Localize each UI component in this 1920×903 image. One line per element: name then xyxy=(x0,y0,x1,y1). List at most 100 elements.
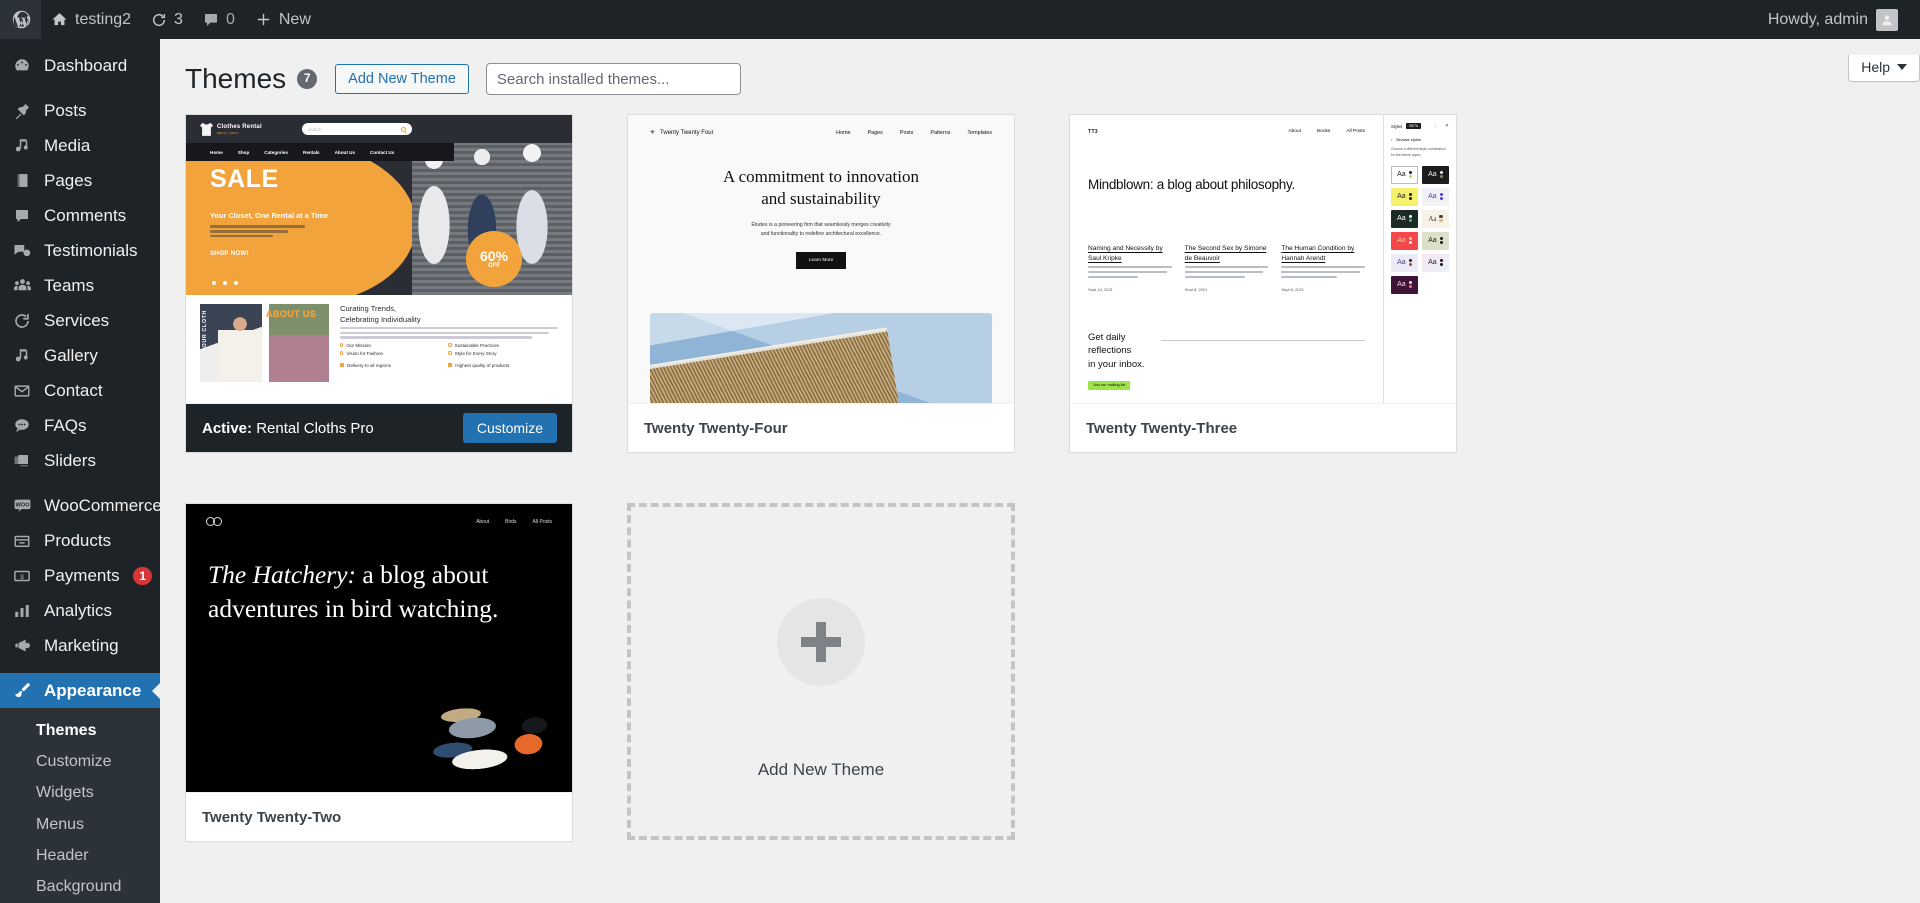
theme-card-rental-cloths-pro[interactable]: Clothes Rental open | your. search Home … xyxy=(185,114,573,454)
preview-hero: Clothes Rental open | your. search Home … xyxy=(186,115,572,296)
preview-headline-em: The Hatchery: xyxy=(208,560,356,590)
preview-feature-item: Highest quality of products xyxy=(448,363,548,368)
sidebar-item-testimonials[interactable]: Testimonials xyxy=(0,233,160,268)
preview-nav: About Books All Posts xyxy=(1288,129,1365,134)
sidebar-item-marketing[interactable]: Marketing xyxy=(0,628,160,663)
preview-feature-label: Our Mission xyxy=(346,342,371,348)
preview-body-lines xyxy=(210,225,305,239)
preview-style-variations: Aa Aa Aa Aa Aa Aa Ao Aa Aa Aa Aa xyxy=(1391,165,1449,294)
theme-screenshot: TT3 About Books All Posts Mindblown: a b… xyxy=(1070,115,1456,405)
sidebar-item-sliders[interactable]: Sliders xyxy=(0,443,160,478)
active-theme-name: Active: Rental Cloths Pro xyxy=(202,420,374,437)
sidebar-item-label: FAQs xyxy=(44,415,87,435)
sidebar-item-analytics[interactable]: Analytics xyxy=(0,593,160,628)
comments-menu[interactable]: 0 xyxy=(193,0,245,39)
preview-post-date: Sept 8, 2021 xyxy=(1281,287,1305,293)
sidebar-item-appearance[interactable]: Appearance xyxy=(0,673,160,708)
preview-headline-1: A commitment to innovation xyxy=(723,167,919,187)
sidebar-item-faqs[interactable]: FAQs xyxy=(0,408,160,443)
new-content-menu[interactable]: New xyxy=(245,0,321,39)
preview-nav-item: Categories xyxy=(264,149,288,155)
submenu-item-background[interactable]: Background xyxy=(0,871,160,902)
preview-nav-item: Contact Us xyxy=(370,149,395,155)
updates-count: 3 xyxy=(174,11,183,28)
binoculars-icon xyxy=(206,517,222,527)
preview-join-button: Join our mailing list xyxy=(1088,380,1131,390)
search-themes-input[interactable] xyxy=(485,63,741,96)
preview-styles-description: Choose a different style combination for… xyxy=(1391,147,1446,157)
theme-footer: Twenty Twenty-Two xyxy=(186,793,572,842)
preview-nav-links: Home Pages Posts Patterns Templates xyxy=(836,130,992,136)
preview-headline-2: and sustainability xyxy=(761,189,881,209)
sidebar-item-label: Gallery xyxy=(44,345,98,365)
preview-feature-item: Vision for Fashion xyxy=(340,351,440,356)
style-variation-swatch: Aa xyxy=(1391,165,1418,184)
preview-feature-list: Our Mission Sustainable Practices Vision… xyxy=(340,343,558,356)
sidebar-item-label: Marketing xyxy=(44,635,119,655)
themes-page-header: Themes 7 Add New Theme xyxy=(185,51,1895,97)
preview-vertical-text: YOUR CLOTH xyxy=(202,310,208,353)
theme-name: Twenty Twenty-Four xyxy=(644,419,788,437)
preview-feature-item: Our Mission xyxy=(340,343,440,348)
my-account-menu[interactable]: Howdy, admin xyxy=(1760,0,1906,39)
preview-styles-header: Styles BETA ⋮ ✕ xyxy=(1391,123,1449,130)
search-icon xyxy=(400,126,406,132)
preview-headline: The Hatchery: a blog about adventures in… xyxy=(208,558,550,624)
bullet-icon xyxy=(340,343,344,347)
sidebar-item-label: Analytics xyxy=(44,600,113,620)
sidebar-item-pages[interactable]: Pages xyxy=(0,163,160,198)
sidebar-item-label: Appearance xyxy=(44,680,142,700)
sidebar-item-services[interactable]: Services xyxy=(0,303,160,338)
sidebar-item-products[interactable]: Products xyxy=(0,523,160,558)
preview-divider xyxy=(1160,340,1365,341)
wordpress-logo-menu[interactable] xyxy=(0,0,41,39)
sidebar-item-gallery[interactable]: Gallery xyxy=(0,338,160,373)
sidebar-item-posts[interactable]: Posts xyxy=(0,93,160,128)
customize-button[interactable]: Customize xyxy=(462,413,557,444)
sidebar-item-woocommerce[interactable]: WOO WooCommerce xyxy=(0,488,160,523)
sidebar-item-media[interactable]: Media xyxy=(0,128,160,163)
site-name-menu[interactable]: testing2 xyxy=(41,0,141,39)
payments-badge-count: 1 xyxy=(133,566,152,585)
submenu-item-menus[interactable]: Menus xyxy=(0,809,160,840)
preview-nav-item: Pages xyxy=(867,129,883,136)
chevron-down-icon xyxy=(1897,64,1907,70)
style-variation-swatch: Aa xyxy=(1391,209,1418,228)
preview-cta: SHOP NOW! xyxy=(210,250,250,258)
theme-card-twenty-twenty-three[interactable]: TT3 About Books All Posts Mindblown: a b… xyxy=(1069,114,1457,454)
updates-menu[interactable]: 3 xyxy=(141,0,193,39)
add-new-theme-card[interactable]: Add New Theme xyxy=(627,503,1015,841)
preview-browse-label: Browse styles xyxy=(1396,137,1422,143)
new-label: New xyxy=(278,11,311,28)
preview-post-date: Sept 8, 2021 xyxy=(1184,287,1208,293)
theme-card-twenty-twenty-four[interactable]: ✳ Twenty Twenty Four Home Pages Posts Pa… xyxy=(627,114,1015,454)
style-variation-swatch: Aa xyxy=(1391,253,1418,272)
sidebar-item-teams[interactable]: Teams xyxy=(0,268,160,303)
menu-separator xyxy=(0,663,160,673)
submenu-item-customize[interactable]: Customize xyxy=(0,746,160,777)
square-icon xyxy=(448,363,453,368)
sidebar-item-payments[interactable]: $ Payments 1 xyxy=(0,558,160,593)
page-title-text: Themes xyxy=(185,63,287,94)
admin-bar: testing2 3 0 New Howdy, admin xyxy=(0,0,1920,39)
shirt-icon xyxy=(200,122,213,136)
preview-post-date: Sept 10, 2021 xyxy=(1088,287,1113,293)
media-icon xyxy=(11,136,33,156)
preview-footer-line: Get daily reflections in your inbox. xyxy=(1088,331,1365,371)
menu-spacer-top xyxy=(0,39,160,48)
sidebar-item-comments[interactable]: Comments xyxy=(0,198,160,233)
preview-architecture-photo xyxy=(650,313,992,404)
submenu-item-themes[interactable]: Themes xyxy=(0,715,160,746)
groups-icon xyxy=(11,276,33,296)
sidebar-item-contact[interactable]: Contact xyxy=(0,373,160,408)
submenu-item-widgets[interactable]: Widgets xyxy=(0,777,160,808)
preview-discount-badge: 60% OFF xyxy=(466,231,522,288)
preview-about-title-2: Celebrating Individuality xyxy=(340,314,421,324)
add-new-theme-button[interactable]: Add New Theme xyxy=(335,64,469,95)
theme-card-twenty-twenty-two[interactable]: About Birds All Posts The Hatchery: a bl… xyxy=(185,503,573,843)
main-content: Help Themes 7 Add New Theme Search insta… xyxy=(160,39,1920,903)
preview-post-excerpt xyxy=(1088,266,1172,279)
submenu-item-header[interactable]: Header xyxy=(0,840,160,871)
sidebar-item-dashboard[interactable]: Dashboard xyxy=(0,48,160,83)
home-icon xyxy=(51,11,68,28)
